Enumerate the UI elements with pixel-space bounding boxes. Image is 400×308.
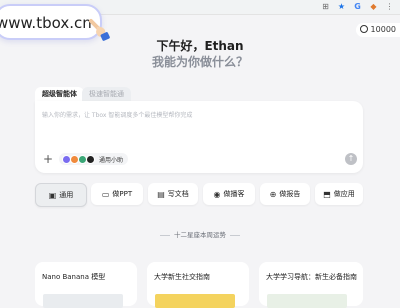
prompt-card[interactable]: 输入你的需求，让 Tbox 智能调度多个最佳模型帮你完成 + 通用小助 ↑ bbox=[35, 101, 363, 173]
feature-card[interactable]: 大学学习导航：新生必备指南 bbox=[259, 262, 363, 308]
translate-icon[interactable]: ⊞ bbox=[321, 2, 330, 11]
greeting-subtitle: 我能为你做什么？ bbox=[151, 55, 248, 69]
tab-super-agent[interactable]: 超级智能体 bbox=[35, 87, 84, 101]
model-chip-label: 通用小助 bbox=[99, 156, 124, 164]
card-thumbnail bbox=[267, 294, 347, 308]
url-text: www.tbox.cn bbox=[0, 14, 92, 32]
mode-label: 做播客 bbox=[223, 190, 245, 198]
mode-label: 写文档 bbox=[167, 190, 189, 198]
feature-card-title: Nano Banana 模型 bbox=[42, 273, 106, 281]
mode-report-button[interactable]: ⊕ 做报告 bbox=[260, 183, 310, 205]
podcast-icon: ◉ bbox=[213, 189, 221, 199]
app-icon: ⬒ bbox=[323, 189, 331, 199]
mode-label: 做报告 bbox=[279, 190, 301, 198]
mode-document-button[interactable]: ▤ 写文档 bbox=[148, 183, 198, 205]
extensions-icon[interactable]: ⋮ bbox=[385, 2, 394, 11]
model-selector[interactable]: 通用小助 bbox=[59, 153, 129, 165]
counter-badge[interactable]: 10000 bbox=[355, 23, 400, 37]
feature-card-title: 大学学习导航：新生必备指南 bbox=[266, 273, 357, 281]
prompt-input[interactable]: 输入你的需求，让 Tbox 智能调度多个最佳模型帮你完成 bbox=[42, 110, 192, 119]
counter-value: 10000 bbox=[370, 25, 396, 34]
greeting-title: 下午好，Ethan bbox=[156, 39, 244, 53]
mode-general-button[interactable]: ▣ 通用 bbox=[35, 183, 87, 207]
g-icon[interactable]: G bbox=[353, 2, 362, 11]
mode-label: 做应用 bbox=[333, 190, 355, 198]
star-icon[interactable]: ★ bbox=[337, 2, 346, 11]
credit-icon bbox=[359, 25, 368, 33]
send-button[interactable]: ↑ bbox=[345, 153, 357, 165]
general-icon: ▣ bbox=[48, 190, 57, 200]
feature-card[interactable]: 大学新生社交指南 bbox=[147, 262, 249, 308]
report-icon: ⊕ bbox=[269, 189, 277, 199]
card-thumbnail bbox=[43, 294, 123, 308]
feature-card[interactable]: Nano Banana 模型 bbox=[35, 262, 137, 308]
plus-icon[interactable]: + bbox=[43, 153, 53, 165]
mode-app-button[interactable]: ⬒ 做应用 bbox=[315, 183, 363, 205]
url-highlight: www.tbox.cn bbox=[0, 4, 102, 40]
card-thumbnail bbox=[155, 294, 235, 308]
mode-label: 通用 bbox=[59, 191, 74, 199]
trend-link[interactable]: 十二星座本周运势 bbox=[0, 229, 400, 239]
mode-podcast-button[interactable]: ◉ 做播客 bbox=[203, 183, 255, 205]
ppt-icon: ▭ bbox=[101, 189, 110, 199]
shield-icon[interactable]: ◆ bbox=[369, 2, 378, 11]
tab-fast-agent[interactable]: 极速智能通 bbox=[82, 87, 131, 101]
mode-label: 做PPT bbox=[112, 190, 133, 198]
feature-card-title: 大学新生社交指南 bbox=[154, 273, 210, 281]
mode-ppt-button[interactable]: ▭ 做PPT bbox=[91, 183, 143, 205]
model-avatar-icon bbox=[86, 154, 95, 164]
document-icon: ▤ bbox=[157, 189, 165, 199]
